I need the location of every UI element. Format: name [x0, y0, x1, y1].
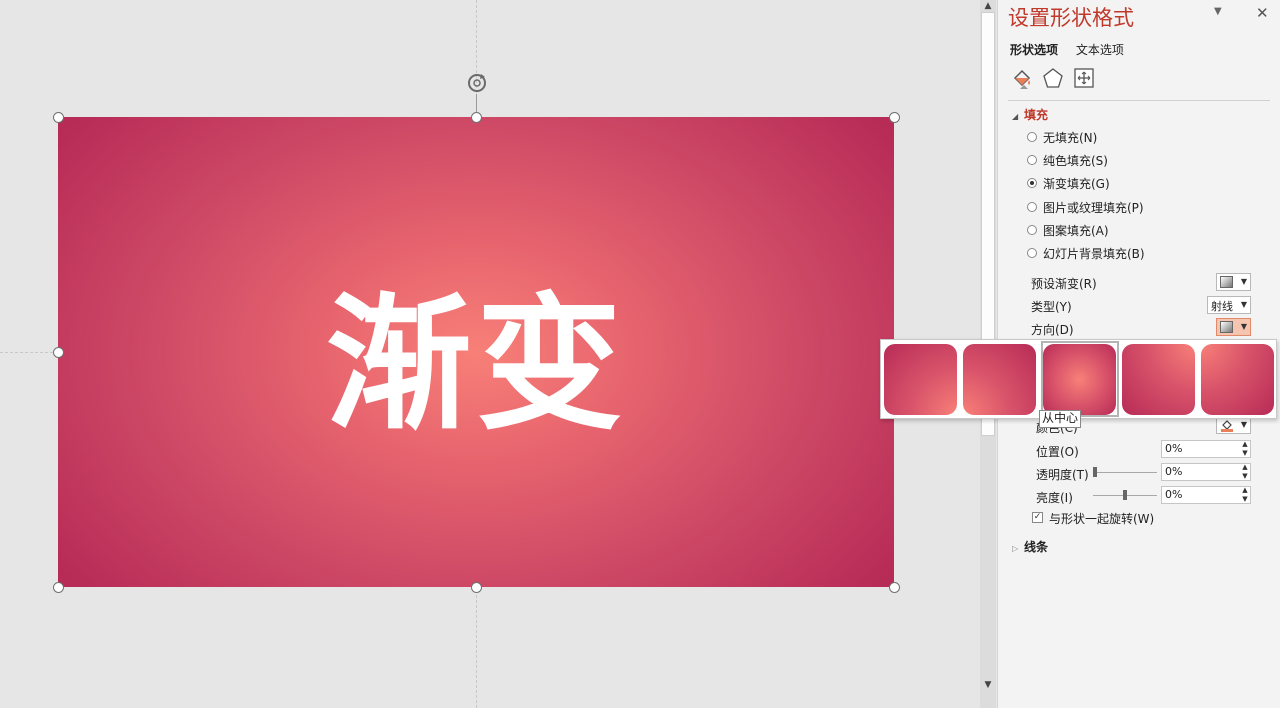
type-label: 类型(Y): [1031, 300, 1072, 314]
fill-option-gradient[interactable]: 渐变填充(G): [1027, 175, 1110, 191]
fill-option-none[interactable]: 无填充(N): [1027, 129, 1097, 145]
panel-title: 设置形状格式: [1008, 6, 1134, 30]
expanded-triangle-icon: ◢: [1012, 112, 1019, 121]
fill-option-solid[interactable]: 纯色填充(S): [1027, 152, 1108, 168]
rotate-with-shape-checkbox[interactable]: ✓: [1032, 512, 1043, 523]
brightness-spinner[interactable]: ▲ ▼: [1239, 486, 1251, 504]
shape-text: 渐变: [326, 279, 626, 450]
radio-button-selected[interactable]: [1027, 178, 1037, 188]
rotate-handle-icon[interactable]: [466, 72, 488, 94]
gallery-option-from-top-right[interactable]: [1122, 344, 1195, 415]
position-input[interactable]: 0%: [1161, 440, 1251, 458]
gallery-tooltip: 从中心: [1039, 410, 1082, 428]
brightness-label: 亮度(I): [1036, 491, 1073, 505]
radio-button[interactable]: [1027, 248, 1037, 258]
transparency-label: 透明度(T): [1036, 468, 1089, 482]
transparency-input[interactable]: 0%: [1161, 463, 1251, 481]
close-icon[interactable]: ✕: [1256, 4, 1269, 22]
brightness-slider-knob[interactable]: [1123, 490, 1127, 500]
resize-handle-bottom-left[interactable]: [53, 582, 64, 593]
gallery-option-from-bottom-right[interactable]: [884, 344, 957, 415]
preset-gradient-button[interactable]: ▼: [1216, 273, 1251, 291]
gallery-option-from-center[interactable]: [1043, 344, 1116, 415]
scroll-up-arrow-icon[interactable]: ▲: [983, 1, 993, 11]
size-properties-icon[interactable]: [1072, 66, 1096, 90]
preset-gradient-label: 预设渐变(R): [1031, 277, 1097, 291]
icon-row-divider: [1008, 100, 1270, 101]
caret-down-icon: ▼: [1240, 300, 1247, 309]
position-label: 位置(O): [1036, 445, 1079, 459]
fill-option-pattern[interactable]: 图案填充(A): [1027, 222, 1109, 238]
radio-button[interactable]: [1027, 132, 1037, 142]
radio-button[interactable]: [1027, 225, 1037, 235]
gallery-option-from-bottom-left[interactable]: [963, 344, 1036, 415]
radio-button[interactable]: [1027, 202, 1037, 212]
radio-button[interactable]: [1027, 155, 1037, 165]
transparency-spinner[interactable]: ▲ ▼: [1239, 463, 1251, 481]
gradient-rectangle-shape[interactable]: 渐变: [58, 117, 894, 587]
fill-option-slide-background[interactable]: 幻灯片背景填充(B): [1027, 245, 1145, 261]
caret-down-icon: ▼: [1240, 420, 1247, 429]
collapsed-triangle-icon: ▷: [1012, 544, 1019, 553]
transparency-slider-knob[interactable]: [1093, 467, 1097, 477]
position-spinner[interactable]: ▲ ▼: [1239, 440, 1251, 458]
direction-button[interactable]: ▼: [1216, 318, 1251, 336]
transparency-slider[interactable]: [1093, 472, 1157, 473]
resize-handle-top-right[interactable]: [889, 112, 900, 123]
resize-handle-top-left[interactable]: [53, 112, 64, 123]
direction-label: 方向(D): [1031, 323, 1074, 337]
type-select[interactable]: 射线 ▼: [1207, 296, 1251, 314]
direction-gallery-popup: [880, 339, 1277, 419]
fill-line-icon[interactable]: [1010, 66, 1034, 90]
resize-handle-left[interactable]: [53, 347, 64, 358]
gradient-swatch-icon: [1220, 321, 1233, 333]
paint-bucket-icon: [1221, 420, 1233, 432]
caret-down-icon: ▼: [1240, 322, 1247, 331]
effects-pentagon-icon[interactable]: [1041, 66, 1065, 90]
caret-down-icon: ▼: [1240, 277, 1247, 286]
resize-handle-bottom-right[interactable]: [889, 582, 900, 593]
rotate-with-shape-label: 与形状一起旋转(W): [1049, 512, 1155, 526]
gallery-option-from-top-left[interactable]: [1201, 344, 1274, 415]
slide-canvas[interactable]: 渐变: [0, 0, 980, 708]
resize-handle-bottom[interactable]: [471, 582, 482, 593]
chevron-down-icon[interactable]: ▼: [1214, 6, 1222, 17]
fill-option-picture[interactable]: 图片或纹理填充(P): [1027, 199, 1144, 215]
scroll-down-arrow-icon[interactable]: ▼: [983, 680, 993, 690]
tab-shape-options[interactable]: 形状选项: [1010, 43, 1058, 57]
line-section-header[interactable]: ▷ 线条: [1012, 538, 1048, 555]
brightness-input[interactable]: 0%: [1161, 486, 1251, 504]
tab-text-options[interactable]: 文本选项: [1076, 43, 1124, 57]
gradient-swatch-icon: [1220, 276, 1233, 288]
fill-section-header[interactable]: ◢ 填充: [1012, 106, 1048, 123]
resize-handle-top[interactable]: [471, 112, 482, 123]
panel-tabs: 形状选项 文本选项: [1010, 41, 1138, 58]
